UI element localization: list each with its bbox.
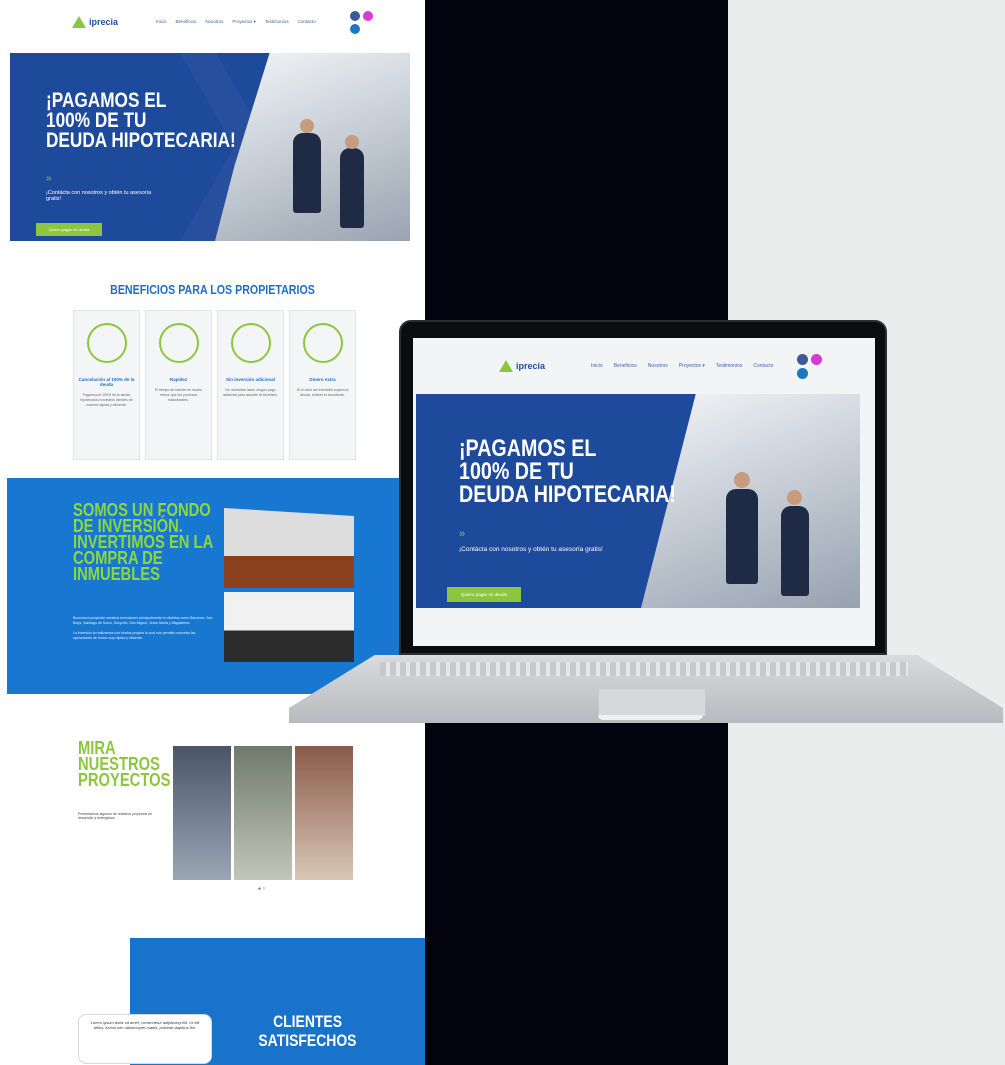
chevron-right-icon: » — [459, 528, 466, 540]
laptop-logo[interactable]: iprecia — [499, 360, 545, 372]
soles-sign-icon — [302, 323, 343, 363]
laptop-nav-menu: Inicio Beneficios Nosotros Proyectos ▾ T… — [591, 363, 773, 369]
laptop-social-links — [797, 353, 829, 379]
benefits-title: BENEFICIOS PARA LOS PROPIETARIOS — [110, 282, 315, 297]
navbar: iprecia Inicio Beneficios Nosotros Proye… — [0, 0, 425, 44]
project-tile[interactable] — [234, 746, 292, 880]
person-figure — [726, 489, 758, 584]
logo-text: iprecia — [516, 361, 546, 371]
benefit-title: Dinero extra — [309, 377, 336, 382]
nav-item-nosotros[interactable]: Nosotros — [205, 19, 223, 25]
hero-photo — [215, 53, 410, 241]
fund-text: Buscamos proyectar nuestras inversiones … — [73, 616, 213, 641]
benefit-card: Rapidez El tiempo de trámite es mucho me… — [145, 310, 212, 460]
benefit-cards: Cancelación al 100% de la deuda Pagamos … — [73, 310, 356, 460]
laptop-trackpad — [598, 688, 706, 716]
benefit-text: Si el valor del inmueble supera la deuda… — [296, 388, 349, 397]
person-figure — [293, 133, 321, 213]
clients-title: CLIENTES SATISFECHOS — [258, 1012, 357, 1050]
person-head — [300, 119, 314, 133]
benefit-title: Sin inversión adicional — [225, 377, 275, 382]
hero-subtitle: ¡Contácta con nosotros y obtén tu asesor… — [459, 546, 603, 553]
person-head — [734, 472, 750, 488]
project-tile[interactable] — [173, 746, 231, 880]
laptop-screen: iprecia Inicio Beneficios Nosotros Proye… — [413, 338, 875, 646]
pay-debt-button[interactable]: Quiero pagar mi deuda — [36, 223, 102, 236]
nav-item-inicio[interactable]: Inicio — [591, 363, 603, 369]
project-tile[interactable] — [295, 746, 353, 880]
benefit-card: Cancelación al 100% de la deuda Pagamos … — [73, 310, 140, 460]
benefits-section: BENEFICIOS PARA LOS PROPIETARIOS Cancela… — [0, 262, 425, 477]
coins-percent-icon — [86, 323, 127, 363]
benefit-text: Pagamos el 100% de la deuda hipotecaria … — [80, 393, 133, 407]
benefit-text: No necesitas hacer ningún pago adicional… — [223, 388, 278, 397]
nav-item-beneficios[interactable]: Beneficios — [614, 363, 637, 369]
carousel-dots[interactable]: ● ○ — [258, 886, 265, 892]
logo[interactable]: iprecia — [72, 16, 118, 28]
nav-item-testimonios[interactable]: Testimonios — [265, 19, 289, 25]
fund-text-1: Buscamos proyectar nuestras inversiones … — [73, 616, 213, 625]
benefit-text: El tiempo de trámite es mucho menor que … — [154, 388, 203, 402]
laptop-navbar: iprecia Inicio Beneficios Nosotros Proye… — [413, 338, 875, 394]
nav-item-proyectos[interactable]: Proyectos ▾ — [679, 363, 705, 369]
benefit-card: Sin inversión adicional No necesitas hac… — [217, 310, 284, 460]
person-figure — [340, 148, 364, 228]
triangle-logo-icon — [72, 16, 86, 28]
nav-item-testimonios[interactable]: Testimonios — [716, 363, 742, 369]
projects-title: MIRA NUESTROS PROYECTOS — [78, 738, 171, 790]
laptop-keyboard — [380, 662, 908, 676]
logo-text: iprecia — [89, 17, 119, 27]
testimonial-card: Lorem ipsum dolor sit amet, consectetur … — [78, 1014, 212, 1064]
nav-menu: Inicio Beneficios Nosotros Proyectos ▾ T… — [156, 19, 316, 25]
pay-debt-button[interactable]: Quiero pagar mi deuda — [447, 587, 521, 602]
fund-text-2: La inversión la realizamos con fondos pr… — [73, 631, 196, 640]
projects-text: Presentamos algunos de nuestros proyecto… — [78, 812, 153, 820]
benefit-title: Rapidez — [169, 377, 188, 382]
nav-item-inicio[interactable]: Inicio — [156, 19, 167, 25]
nav-item-proyectos[interactable]: Proyectos ▾ — [232, 19, 256, 25]
hero-subtitle: ¡Contácta con nosotros y obtén tu asesor… — [46, 190, 152, 202]
facebook-icon[interactable] — [797, 353, 809, 365]
instagram-icon[interactable] — [811, 353, 823, 365]
email-icon[interactable] — [349, 23, 360, 34]
fund-title: SOMOS UN FONDO DE INVERSIÓN. INVERTIMOS … — [73, 500, 214, 584]
website-mockup-page: iprecia Inicio Beneficios Nosotros Proye… — [0, 0, 425, 1065]
facebook-icon[interactable] — [349, 10, 360, 21]
laptop-hero-banner: ¡PAGAMOS EL 100% DE TU DEUDA HIPOTECARIA… — [416, 394, 860, 608]
nav-item-beneficios[interactable]: Beneficios — [176, 19, 197, 25]
person-head — [787, 490, 802, 505]
benefit-card: Dinero extra Si el valor del inmueble su… — [289, 310, 356, 460]
email-icon[interactable] — [797, 367, 809, 379]
apartment-photo-living — [224, 508, 354, 588]
projects-section: MIRA NUESTROS PROYECTOS Presentamos algu… — [0, 694, 425, 936]
person-figure — [781, 506, 809, 596]
social-links — [349, 10, 380, 34]
person-head — [345, 135, 359, 149]
triangle-logo-icon — [499, 360, 513, 372]
hero-banner: ¡PAGAMOS EL 100% DE TU DEUDA HIPOTECARIA… — [10, 53, 410, 241]
clock-speed-icon — [158, 323, 199, 363]
nav-item-contacto[interactable]: Contacto — [298, 19, 316, 25]
laptop-notch — [598, 715, 703, 720]
laptop-lid: iprecia Inicio Beneficios Nosotros Proye… — [399, 320, 887, 655]
hero-title: ¡PAGAMOS EL 100% DE TU DEUDA HIPOTECARIA… — [459, 435, 676, 508]
instagram-icon[interactable] — [362, 10, 373, 21]
benefit-title: Cancelación al 100% de la deuda — [78, 377, 135, 387]
hero-title: ¡PAGAMOS EL 100% DE TU DEUDA HIPOTECARIA… — [46, 89, 236, 152]
nav-item-contacto[interactable]: Contacto — [753, 363, 773, 369]
nav-item-nosotros[interactable]: Nosotros — [648, 363, 668, 369]
investment-fund-section: SOMOS UN FONDO DE INVERSIÓN. INVERTIMOS … — [7, 478, 425, 694]
money-bag-icon — [230, 323, 271, 363]
apartment-photo-kitchen — [224, 592, 354, 662]
chevron-right-icon: » — [46, 173, 52, 184]
